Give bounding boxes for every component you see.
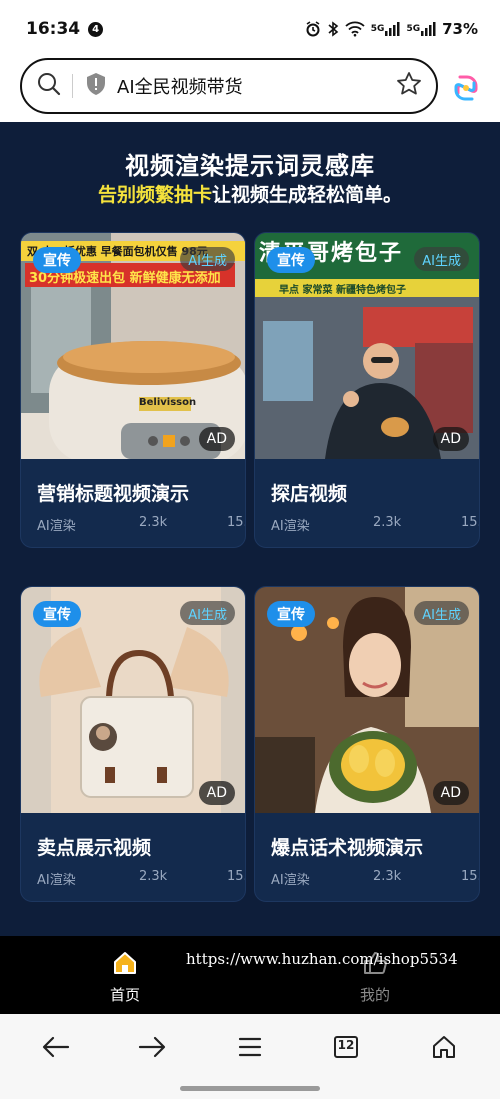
- promo-tag: 宣传: [33, 247, 81, 273]
- gesture-bar[interactable]: [180, 1086, 320, 1091]
- app-launcher-icon[interactable]: [452, 74, 480, 102]
- card-meta: AI渲染 2.3k 15.: [37, 869, 246, 888]
- card-title[interactable]: 爆点话术视频演示: [271, 833, 423, 860]
- watermark-url: https://www.huzhan.com/ishop5534: [186, 950, 458, 968]
- card-title[interactable]: 探店视频: [271, 479, 347, 506]
- nav-home-label: 首页: [109, 986, 140, 1004]
- nav-home[interactable]: 首页: [75, 950, 175, 1005]
- page-content: 视频渲染提示词灵感库 告别频繁抽卡让视频生成轻松简单。 双 十一折优惠 早餐面包: [0, 122, 500, 936]
- card-stat-more: 15.: [461, 869, 480, 884]
- status-right: 5G 5G 73%: [305, 20, 478, 38]
- ai-generated-tag: AI生成: [414, 247, 469, 271]
- ad-tag: AD: [432, 781, 469, 805]
- card-source: AI渲染: [271, 873, 310, 888]
- wifi-icon: [345, 21, 365, 37]
- status-time: 16:34: [26, 19, 81, 39]
- ai-generated-tag: AI生成: [414, 601, 469, 625]
- ad-tag: AD: [198, 781, 235, 805]
- card-thumbnail[interactable]: 双 十一折优惠 早餐面包机仅售 98元 30分钟极速出包 新鲜健康无添加 Bel…: [21, 233, 245, 459]
- signal-5g-icon: 5G: [371, 22, 401, 36]
- card-title[interactable]: 卖点展示视频: [37, 833, 151, 860]
- search-input[interactable]: AI全民视频带货: [117, 73, 396, 99]
- hero-subtitle-rest: 让视频生成轻松简单。: [212, 184, 403, 206]
- card-source: AI渲染: [271, 519, 310, 534]
- address-bar[interactable]: AI全民视频带货: [20, 58, 438, 114]
- bottom-nav: 首页 我的 https://www.huzhan.com/ishop5534: [0, 936, 500, 1014]
- browser-top-area: AI全民视频带货: [0, 50, 500, 122]
- card-meta: AI渲染 2.3k 15.: [37, 515, 246, 534]
- video-card-shop-visit[interactable]: 清平哥烤包子 早点 家常菜 新疆特色烤包子 宣传 AI生成 AD 探店视频 AI…: [254, 232, 480, 548]
- card-thumbnail[interactable]: 宣传 AI生成 AD: [255, 587, 479, 813]
- video-card-selling-point[interactable]: 宣传 AI生成 AD 卖点展示视频 AI渲染 2.3k 15.: [20, 586, 246, 902]
- promo-tag: 宣传: [33, 601, 81, 627]
- bluetooth-icon: [327, 21, 339, 37]
- card-stat-more: 15.: [227, 515, 246, 530]
- forward-arrow-icon[interactable]: [132, 1032, 172, 1062]
- hero-subtitle-highlight: 告别频繁抽卡: [97, 184, 212, 206]
- ai-generated-tag: AI生成: [180, 601, 235, 625]
- star-icon[interactable]: [396, 71, 422, 101]
- card-source: AI渲染: [37, 873, 76, 888]
- status-left: 16:34 4: [26, 19, 104, 39]
- search-icon[interactable]: [36, 71, 62, 101]
- alarm-icon: [305, 21, 321, 37]
- signal-5g-icon-2: 5G: [406, 22, 436, 36]
- card-thumbnail[interactable]: 宣传 AI生成 AD: [21, 587, 245, 813]
- card-stat-views: 2.3k: [373, 869, 402, 884]
- brand-label: Belivisson: [139, 397, 197, 408]
- address-divider: [72, 74, 73, 98]
- card-source: AI渲染: [37, 519, 76, 534]
- card-thumbnail[interactable]: 清平哥烤包子 早点 家常菜 新疆特色烤包子 宣传 AI生成 AD: [255, 233, 479, 459]
- tabs-count: 12: [337, 1038, 355, 1052]
- card-stat-views: 2.3k: [139, 515, 168, 530]
- shop-sign-sub: 早点 家常菜 新疆特色烤包子: [279, 285, 406, 296]
- home-icon: [112, 952, 138, 980]
- card-stat-views: 2.3k: [373, 515, 402, 530]
- video-card-marketing[interactable]: 双 十一折优惠 早餐面包机仅售 98元 30分钟极速出包 新鲜健康无添加 Bel…: [20, 232, 246, 548]
- video-card-hot-script[interactable]: 宣传 AI生成 AD 爆点话术视频演示 AI渲染 2.3k 15.: [254, 586, 480, 902]
- menu-icon[interactable]: [230, 1032, 270, 1062]
- tabs-icon[interactable]: 12: [326, 1032, 366, 1062]
- ai-generated-tag: AI生成: [180, 247, 235, 271]
- browser-home-icon[interactable]: [424, 1032, 464, 1062]
- shield-icon[interactable]: [85, 72, 107, 100]
- card-stat-more: 15.: [461, 515, 480, 530]
- card-meta: AI渲染 2.3k 15.: [271, 515, 480, 534]
- hero-title: 视频渲染提示词灵感库: [125, 152, 375, 180]
- nav-mine-label: 我的: [359, 986, 390, 1004]
- card-stat-more: 15.: [227, 869, 246, 884]
- promo-tag: 宣传: [267, 247, 315, 273]
- back-arrow-icon[interactable]: [36, 1032, 76, 1062]
- card-stat-views: 2.3k: [139, 869, 168, 884]
- hero-subtitle: 告别频繁抽卡让视频生成轻松简单。: [0, 180, 500, 207]
- notification-badge: 4: [88, 21, 104, 37]
- battery-level: 73%: [442, 20, 478, 38]
- card-title[interactable]: 营销标题视频演示: [37, 479, 189, 506]
- promo-tag: 宣传: [267, 601, 315, 627]
- ad-tag: AD: [198, 427, 235, 451]
- card-meta: AI渲染 2.3k 15.: [271, 869, 480, 888]
- ad-tag: AD: [432, 427, 469, 451]
